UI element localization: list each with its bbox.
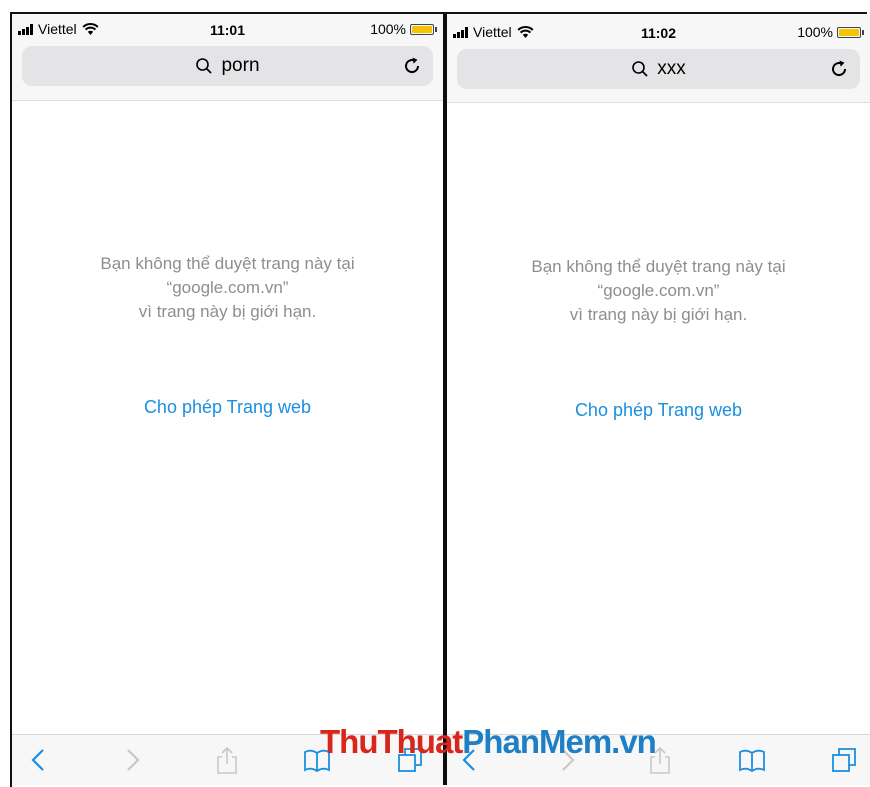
page-content: Bạn không thể duyệt trang này tại “googl… [447, 103, 870, 735]
battery-percent: 100% [797, 24, 833, 40]
battery-info: 100% [370, 21, 437, 37]
phone-screen-right: Viettel 11:02 100% xxx Bạn không thể duy… [447, 14, 870, 785]
battery-info: 100% [797, 24, 864, 40]
back-icon[interactable] [24, 745, 54, 775]
message-line: vì trang này bị giới hạn. [138, 302, 317, 321]
battery-icon [837, 26, 861, 38]
allow-website-link[interactable]: Cho phép Trang web [12, 397, 443, 418]
search-query: xxx [657, 58, 686, 79]
browser-chrome: Viettel 11:02 100% xxx [447, 14, 870, 103]
share-icon[interactable] [212, 745, 242, 775]
forward-icon[interactable] [117, 745, 147, 775]
message-line: vì trang này bị giới hạn. [569, 305, 748, 324]
phone-screen-left: Viettel 11:01 100% porn Bạn không thể du… [12, 14, 443, 785]
tabs-icon[interactable] [829, 745, 859, 775]
allow-website-link[interactable]: Cho phép Trang web [447, 400, 870, 421]
bookmarks-icon[interactable] [737, 745, 767, 775]
search-query: porn [221, 55, 260, 76]
message-line: “google.com.vn” [166, 278, 289, 297]
message-line: “google.com.vn” [597, 281, 720, 300]
restriction-message: Bạn không thể duyệt trang này tại “googl… [12, 252, 443, 324]
search-icon [196, 58, 213, 74]
address-bar[interactable]: xxx [457, 49, 860, 89]
address-bar[interactable]: porn [22, 46, 433, 86]
status-bar: Viettel 11:01 100% [12, 14, 443, 44]
status-bar: Viettel 11:02 100% [447, 17, 870, 47]
reload-icon[interactable] [828, 58, 850, 80]
watermark: ThuThuatPhanMem.vn [320, 723, 657, 761]
reload-icon[interactable] [401, 55, 423, 77]
message-line: Bạn không thể duyệt trang này tại [100, 254, 355, 273]
battery-icon [410, 23, 434, 35]
watermark-part2: PhanMem.vn [462, 723, 657, 760]
battery-percent: 100% [370, 21, 406, 37]
watermark-part1: ThuThuat [320, 723, 463, 760]
restriction-message: Bạn không thể duyệt trang này tại “googl… [447, 255, 870, 327]
browser-chrome: Viettel 11:01 100% porn [12, 14, 443, 101]
message-line: Bạn không thể duyệt trang này tại [531, 257, 786, 276]
search-icon [632, 61, 648, 77]
page-content: Bạn không thể duyệt trang này tại “googl… [12, 101, 443, 735]
